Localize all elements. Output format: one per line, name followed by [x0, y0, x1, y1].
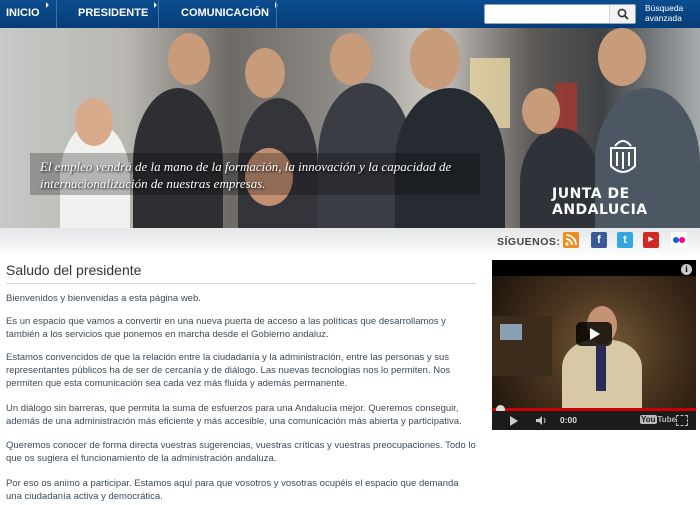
hero-person-head	[330, 33, 372, 85]
rss-icon[interactable]	[563, 232, 579, 248]
facebook-icon[interactable]: f	[591, 232, 607, 248]
top-navigation-bar: INICIO PRESIDENTE COMUNICACIÓN Búsqueda …	[0, 0, 700, 28]
fullscreen-icon[interactable]	[676, 415, 688, 426]
paragraph: Es un espacio que vamos a convertir en u…	[6, 316, 446, 340]
corner-arrow-icon	[151, 2, 158, 8]
search-button[interactable]	[609, 5, 635, 23]
nav-divider	[158, 0, 159, 28]
twitter-icon[interactable]: t	[617, 232, 633, 248]
junta-andalucia-emblem-icon	[610, 140, 636, 173]
hero-banner: El empleo vendrá de la mano de la formac…	[0, 28, 700, 228]
nav-item-inicio[interactable]: INICIO	[6, 0, 49, 28]
search-icon	[617, 8, 629, 20]
nav-divider	[56, 0, 57, 28]
paragraph: Queremos conocer de forma directa vuestr…	[6, 440, 476, 464]
nav-item-presidente-label: PRESIDENTE	[78, 7, 149, 19]
brand-logo-text: JUNTA DE ANDALUCIA	[552, 186, 648, 218]
paragraph: Bienvenidos y bienvenidas a esta página …	[6, 293, 201, 304]
paragraph: Estamos convencidos de que la relación e…	[6, 352, 451, 389]
video-speaker-tie	[596, 346, 606, 391]
title-divider	[6, 283, 476, 284]
info-icon[interactable]: i	[681, 264, 692, 275]
nav-item-comunicacion-label: COMUNICACIÓN	[181, 7, 269, 19]
paragraph: Un diálogo sin barreras, que permita la …	[6, 403, 462, 427]
video-control-bar: 0:00 You Tube	[492, 411, 696, 430]
hero-person-head	[75, 98, 113, 146]
nav-item-comunicacion[interactable]: COMUNICACIÓN	[181, 0, 278, 28]
hero-person-head	[245, 48, 285, 98]
follow-us-label: SÍGUENOS:	[497, 236, 561, 248]
flickr-glyph	[673, 237, 685, 243]
hero-caption: El empleo vendrá de la mano de la formac…	[40, 159, 452, 191]
corner-arrow-icon	[42, 2, 49, 8]
video-time: 0:00	[560, 415, 578, 425]
paragraph: Por eso os animo a participar. Estamos a…	[6, 478, 459, 502]
youtube-logo[interactable]: You Tube	[640, 415, 677, 424]
hero-person-head	[598, 28, 646, 86]
hero-person-head	[168, 33, 210, 85]
search-input[interactable]	[487, 6, 607, 22]
volume-icon[interactable]	[536, 415, 548, 426]
play-icon[interactable]	[510, 416, 518, 426]
youtube-logo-tube: Tube	[657, 415, 677, 424]
nav-item-inicio-label: INICIO	[6, 7, 40, 19]
youtube-logo-you: You	[640, 415, 657, 424]
advanced-search-link[interactable]: Búsqueda avanzada	[645, 3, 697, 23]
page-title: Saludo del presidente	[6, 262, 142, 278]
youtube-icon[interactable]: ▶	[643, 232, 659, 248]
play-button[interactable]	[576, 322, 612, 346]
hero-person-head	[410, 28, 460, 90]
video-background-screen	[500, 324, 522, 340]
nav-divider	[276, 0, 277, 28]
flickr-icon[interactable]	[671, 232, 687, 248]
nav-item-presidente[interactable]: PRESIDENTE	[78, 0, 158, 28]
rss-glyph	[565, 234, 577, 246]
video-player[interactable]: i 0:00 You Tube	[492, 260, 696, 430]
hero-person-head	[522, 88, 560, 134]
